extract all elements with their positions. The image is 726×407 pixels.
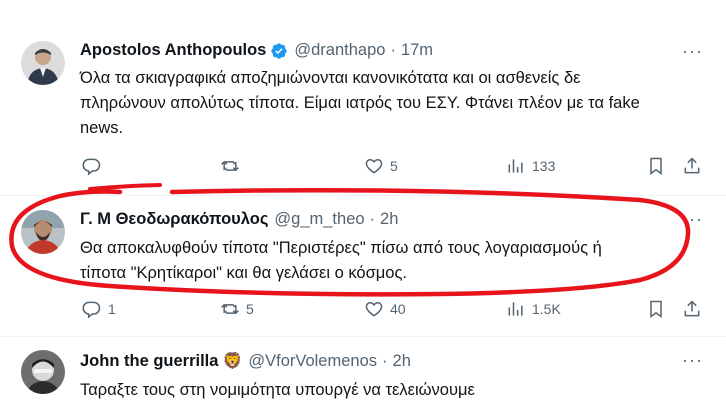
display-name[interactable]: John the guerrilla [80, 352, 218, 371]
retweet-button[interactable] [220, 154, 246, 178]
separator: · [390, 41, 396, 59]
tweet-text: Θα αποκαλυφθούν τίποτα "Περιστέρες" πίσω… [80, 239, 602, 282]
reply-button[interactable]: 1 [82, 297, 116, 321]
timestamp[interactable]: 2h [393, 352, 411, 371]
retweet-icon [221, 160, 239, 172]
reply-button[interactable] [82, 154, 108, 178]
tweet-header: Γ. Μ Θεοδωρακόπουλος @g_m_theo · 2h [80, 210, 676, 229]
retweet-icon [221, 303, 239, 315]
action-bar: 1 5 40 1.5K [78, 297, 706, 321]
view-count: 1.5K [532, 301, 561, 317]
tweet-header: John the guerrilla 🦁 @VforVolemenos · 2h [80, 351, 676, 371]
tweet[interactable]: Γ. Μ Θεοδωρακόπουλος @g_m_theo · 2h ··· … [0, 195, 726, 335]
verified-badge-icon [270, 42, 288, 60]
like-count: 40 [390, 301, 406, 317]
display-name[interactable]: Γ. Μ Θεοδωρακόπουλος [80, 210, 268, 229]
bookmark-icon [650, 157, 662, 175]
share-button[interactable] [682, 154, 702, 178]
handle[interactable]: @dranthapo [294, 41, 385, 60]
bookmark-button[interactable] [646, 154, 666, 178]
lion-emoji-icon: 🦁 [222, 353, 243, 370]
tweet-text: Ταραξτε τους στη νομιμότητα υπουργέ να τ… [80, 381, 475, 399]
views-button[interactable]: 1.5K [506, 297, 561, 321]
tweet[interactable]: John the guerrilla 🦁 @VforVolemenos · 2h… [0, 336, 726, 407]
views-button[interactable]: 133 [506, 154, 555, 178]
views-icon [508, 302, 523, 316]
timestamp[interactable]: 2h [380, 210, 398, 229]
handle[interactable]: @VforVolemenos [248, 352, 377, 371]
more-icon[interactable]: ··· [682, 42, 702, 66]
reply-count: 1 [108, 301, 116, 317]
bookmark-icon [650, 300, 662, 318]
timestamp[interactable]: 17m [401, 41, 433, 60]
separator: · [382, 351, 388, 370]
display-name[interactable]: Apostolos Anthopoulos [80, 41, 266, 60]
retweet-button[interactable]: 5 [220, 297, 254, 321]
share-icon [684, 157, 700, 174]
views-icon [508, 159, 523, 173]
heart-icon [365, 158, 383, 174]
more-icon[interactable]: ··· [682, 351, 702, 375]
tweet-text: Όλα τα σκιαγραφικά αποζημιώνονται κανονι… [80, 69, 640, 137]
more-icon[interactable]: ··· [682, 210, 702, 234]
avatar[interactable] [21, 210, 65, 254]
retweet-count: 5 [246, 301, 254, 317]
heart-icon [365, 301, 383, 317]
separator: · [369, 210, 376, 228]
handle[interactable]: @g_m_theo [274, 210, 364, 229]
tweet[interactable]: Apostolos Anthopoulos @dranthapo · 17m ·… [0, 26, 726, 192]
reply-icon [82, 301, 101, 319]
action-bar: 5 133 [78, 154, 706, 178]
like-button[interactable]: 40 [364, 297, 406, 321]
like-button[interactable]: 5 [364, 154, 398, 178]
tweet-header: Apostolos Anthopoulos @dranthapo · 17m [80, 41, 676, 60]
avatar[interactable] [21, 350, 65, 394]
share-icon [684, 300, 700, 317]
view-count: 133 [532, 158, 556, 174]
like-count: 5 [390, 158, 398, 174]
reply-icon [82, 158, 101, 176]
bookmark-button[interactable] [646, 297, 666, 321]
avatar[interactable] [21, 41, 65, 85]
share-button[interactable] [682, 297, 702, 321]
